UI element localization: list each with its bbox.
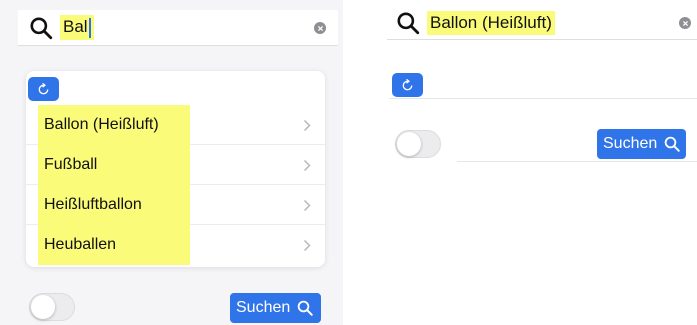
suggestion-item[interactable]: Fußball — [26, 144, 325, 185]
suggestion-label: Heuballen — [38, 225, 190, 265]
search-button-label: Suchen — [236, 299, 291, 316]
search-icon — [397, 11, 420, 34]
text-cursor — [88, 17, 91, 38]
toggle-switch[interactable] — [29, 293, 75, 321]
clear-icon[interactable] — [679, 17, 691, 29]
refresh-icon — [402, 78, 413, 90]
suggestion-label: Fußball — [38, 144, 190, 185]
suggestion-item[interactable]: Heuballen — [26, 225, 325, 265]
search-bar: Bal — [18, 10, 338, 46]
toggle-knob — [397, 132, 421, 156]
right-search-screen: Ballon (Heißluft) Suchen — [369, 0, 697, 325]
search-icon — [297, 300, 313, 316]
suggestion-list: Ballon (Heißluft) Fußball Heißluftballon… — [26, 104, 325, 265]
search-button-label: Suchen — [603, 135, 658, 152]
toggle-switch[interactable] — [395, 130, 441, 158]
search-input[interactable]: Ballon (Heißluft) — [427, 10, 555, 35]
search-icon — [30, 16, 53, 39]
left-search-screen: Bal Ballon (Heißluft) Fußball Heißluftba… — [0, 0, 343, 325]
search-input[interactable]: Bal — [60, 15, 94, 40]
suggestion-label: Heißluftballon — [38, 184, 190, 225]
refresh-row — [389, 71, 697, 99]
suggestion-item[interactable]: Heißluftballon — [26, 184, 325, 225]
search-bar: Ballon (Heißluft) — [387, 6, 697, 40]
search-button[interactable]: Suchen — [597, 129, 686, 159]
chevron-right-icon — [303, 119, 311, 132]
chevron-right-icon — [303, 159, 311, 172]
refresh-icon — [38, 82, 49, 94]
search-button[interactable]: Suchen — [230, 293, 321, 323]
suggestion-item[interactable]: Ballon (Heißluft) — [26, 104, 325, 145]
search-icon — [664, 136, 680, 152]
suggestion-label: Ballon (Heißluft) — [38, 104, 190, 145]
chevron-right-icon — [303, 239, 311, 252]
suggestions-dropdown: Ballon (Heißluft) Fußball Heißluftballon… — [26, 71, 325, 267]
divider — [457, 161, 697, 162]
chevron-right-icon — [303, 199, 311, 212]
clear-icon[interactable] — [314, 22, 326, 34]
toggle-knob — [31, 295, 55, 319]
refresh-button[interactable] — [28, 77, 59, 101]
refresh-button[interactable] — [392, 73, 423, 97]
